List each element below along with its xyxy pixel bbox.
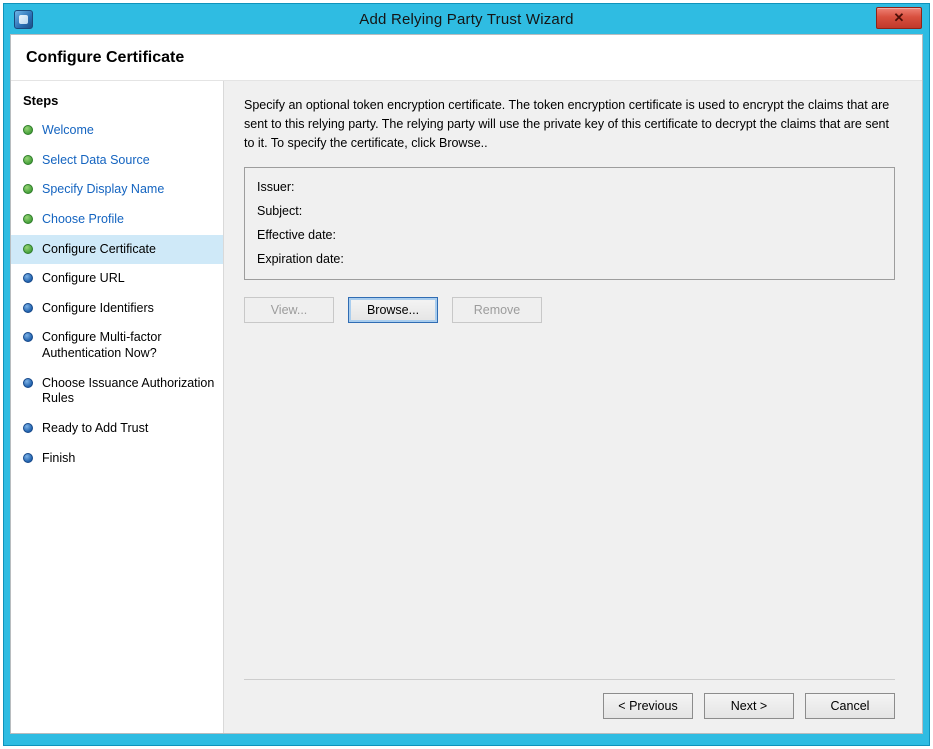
titlebar: Add Relying Party Trust Wizard ✕ (4, 4, 929, 34)
step-pending-icon (23, 303, 33, 313)
step-complete-icon (23, 125, 33, 135)
previous-button[interactable]: < Previous (603, 693, 693, 719)
cancel-button[interactable]: Cancel (805, 693, 895, 719)
step-complete-icon (23, 184, 33, 194)
steps-sidebar: Steps Welcome Select Data Source Specify… (11, 81, 224, 733)
sidebar-step-choose-issuance-rules: Choose Issuance Authorization Rules (11, 369, 223, 414)
certificate-details-group: Issuer: Subject: Effective date: Expirat… (244, 167, 895, 280)
dialog-body: Configure Certificate Steps Welcome Sele… (10, 34, 923, 734)
step-pending-icon (23, 423, 33, 433)
step-pending-icon (23, 273, 33, 283)
main-panel: Specify an optional token encryption cer… (224, 81, 922, 733)
window-title: Add Relying Party Trust Wizard (4, 11, 929, 28)
step-pending-icon (23, 378, 33, 388)
remove-button[interactable]: Remove (452, 297, 542, 323)
sidebar-step-specify-display-name[interactable]: Specify Display Name (11, 175, 223, 205)
certificate-subject-label: Subject: (257, 201, 882, 225)
wizard-window: Add Relying Party Trust Wizard ✕ Configu… (3, 3, 930, 746)
sidebar-step-configure-identifiers: Configure Identifiers (11, 294, 223, 324)
certificate-issuer-label: Issuer: (257, 177, 882, 201)
sidebar-step-ready-to-add-trust: Ready to Add Trust (11, 414, 223, 444)
certificate-effective-date-label: Effective date: (257, 225, 882, 249)
steps-heading: Steps (11, 89, 223, 116)
browse-button[interactable]: Browse... (348, 297, 438, 323)
wizard-app-icon (14, 10, 33, 29)
step-current-icon (23, 244, 33, 254)
steps-list: Welcome Select Data Source Specify Displ… (11, 116, 223, 473)
wizard-navigation: < Previous Next > Cancel (244, 679, 895, 733)
page-title: Configure Certificate (26, 49, 906, 67)
sidebar-step-configure-mfa: Configure Multi-factor Authentication No… (11, 323, 223, 368)
sidebar-step-configure-url: Configure URL (11, 264, 223, 294)
page-header: Configure Certificate (11, 35, 922, 81)
view-button[interactable]: View... (244, 297, 334, 323)
step-complete-icon (23, 155, 33, 165)
sidebar-step-select-data-source[interactable]: Select Data Source (11, 146, 223, 176)
step-complete-icon (23, 214, 33, 224)
step-pending-icon (23, 453, 33, 463)
sidebar-step-finish: Finish (11, 444, 223, 474)
sidebar-step-choose-profile[interactable]: Choose Profile (11, 205, 223, 235)
step-pending-icon (23, 332, 33, 342)
next-button[interactable]: Next > (704, 693, 794, 719)
certificate-expiration-date-label: Expiration date: (257, 249, 882, 273)
sidebar-step-welcome[interactable]: Welcome (11, 116, 223, 146)
instruction-text: Specify an optional token encryption cer… (244, 96, 895, 152)
close-button[interactable]: ✕ (876, 7, 922, 29)
sidebar-step-configure-certificate[interactable]: Configure Certificate (11, 235, 223, 265)
certificate-actions: View... Browse... Remove (244, 297, 895, 323)
